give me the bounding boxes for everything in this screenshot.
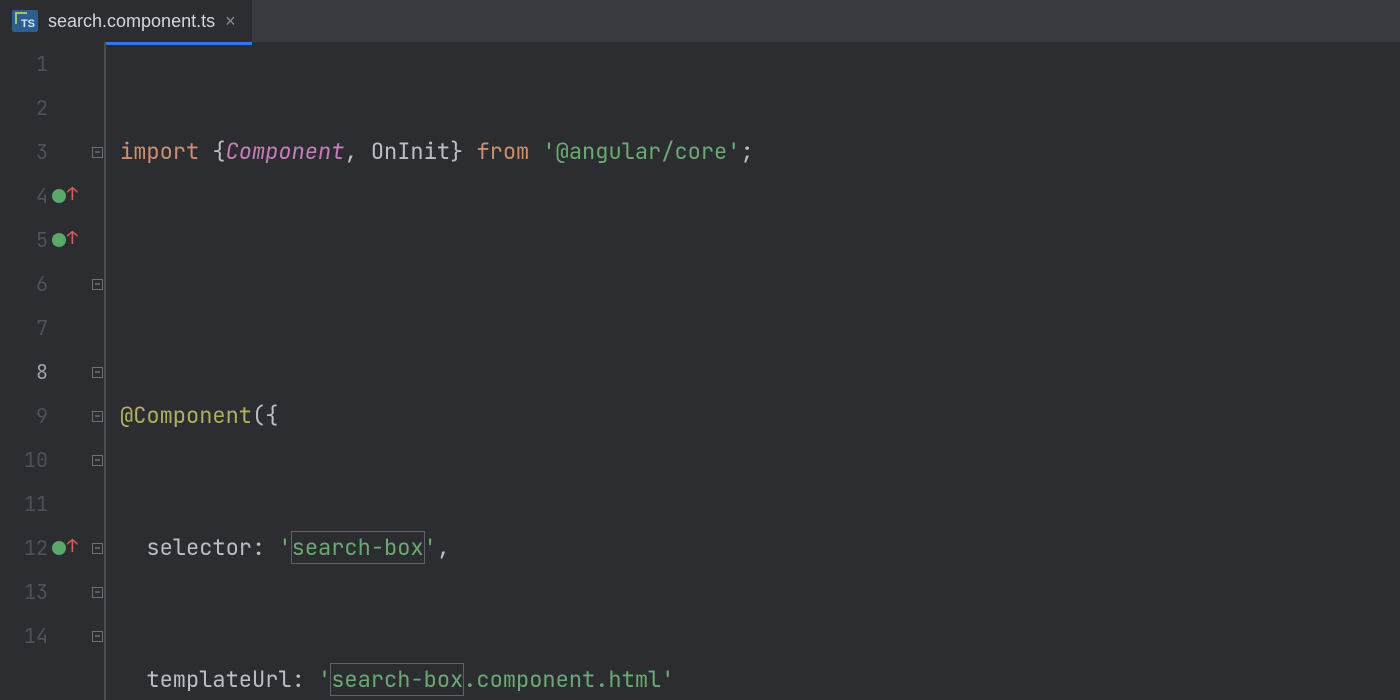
code-area[interactable]: import {Component, OnInit} from '@angula… bbox=[106, 42, 1400, 700]
circle-icon bbox=[52, 233, 66, 247]
rename-occurrence: search-box bbox=[292, 532, 424, 563]
line-number: 10 bbox=[0, 438, 48, 482]
line-numbers: 1 2 3 4 5 6 7 8 9 10 11 12 13 14 bbox=[0, 42, 48, 658]
string: ' bbox=[318, 665, 331, 694]
punct: ({ bbox=[252, 401, 278, 430]
fold-handle-icon[interactable] bbox=[92, 411, 103, 422]
property: templateUrl bbox=[146, 665, 291, 694]
fold-handle-icon[interactable] bbox=[92, 367, 103, 378]
punct: : bbox=[292, 665, 305, 694]
typescript-file-icon: TS bbox=[12, 10, 38, 32]
line-number: 12 bbox=[0, 526, 48, 570]
line-number: 6 bbox=[0, 262, 48, 306]
implemented-marker[interactable]: ↑ bbox=[52, 218, 92, 262]
close-icon[interactable]: × bbox=[225, 12, 236, 30]
code-line[interactable] bbox=[120, 262, 1400, 306]
code-line[interactable]: @Component({ bbox=[120, 394, 1400, 438]
fold-handle-icon[interactable] bbox=[92, 587, 103, 598]
string: .component.html bbox=[463, 665, 661, 694]
punct: ; bbox=[740, 137, 753, 166]
punct: : bbox=[252, 533, 265, 562]
line-number: 7 bbox=[0, 306, 48, 350]
fold-handle-icon[interactable] bbox=[92, 147, 103, 158]
code-line[interactable]: selector: 'search-box', bbox=[120, 526, 1400, 570]
class-ref: Component bbox=[226, 137, 345, 166]
line-number: 1 bbox=[0, 42, 48, 86]
rename-occurrence: search-box bbox=[331, 664, 463, 695]
line-number: 4 bbox=[0, 174, 48, 218]
line-number: 2 bbox=[0, 86, 48, 130]
property: selector bbox=[146, 533, 252, 562]
string: ' bbox=[661, 665, 674, 694]
implemented-marker[interactable]: ↑ bbox=[52, 526, 92, 570]
fold-handle-icon[interactable] bbox=[92, 455, 103, 466]
line-number: 3 bbox=[0, 130, 48, 174]
code-line[interactable]: templateUrl: 'search-box.component.html' bbox=[120, 658, 1400, 700]
punct: } bbox=[450, 137, 463, 166]
string: ' bbox=[278, 533, 291, 562]
fold-column bbox=[90, 42, 104, 658]
editor-gutter: 1 2 3 4 5 6 7 8 9 10 11 12 13 14 ↑ ↑ ↑ bbox=[0, 42, 106, 700]
punct: { bbox=[212, 137, 225, 166]
arrow-up-icon: ↑ bbox=[67, 538, 78, 556]
gutter-markers: ↑ ↑ ↑ bbox=[52, 42, 92, 658]
code-editor[interactable]: 1 2 3 4 5 6 7 8 9 10 11 12 13 14 ↑ ↑ ↑ bbox=[0, 42, 1400, 700]
tab-filename: search.component.ts bbox=[48, 11, 215, 32]
arrow-up-icon: ↑ bbox=[67, 230, 78, 248]
line-number: 9 bbox=[0, 394, 48, 438]
punct: , bbox=[344, 137, 357, 166]
line-number: 13 bbox=[0, 570, 48, 614]
identifier: OnInit bbox=[371, 137, 450, 166]
line-number: 14 bbox=[0, 614, 48, 658]
fold-handle-icon[interactable] bbox=[92, 631, 103, 642]
line-number: 11 bbox=[0, 482, 48, 526]
circle-icon bbox=[52, 541, 66, 555]
fold-handle-icon[interactable] bbox=[92, 543, 103, 554]
implemented-marker[interactable]: ↑ bbox=[52, 174, 92, 218]
string: ' bbox=[424, 533, 437, 562]
decorator: @Component bbox=[120, 401, 252, 430]
punct: , bbox=[437, 533, 450, 562]
file-tab[interactable]: TS search.component.ts × bbox=[0, 0, 252, 42]
line-number: 8 bbox=[0, 350, 48, 394]
string: '@angular/core' bbox=[542, 137, 740, 166]
code-line[interactable]: import {Component, OnInit} from '@angula… bbox=[120, 130, 1400, 174]
editor-tabbar: TS search.component.ts × bbox=[0, 0, 1400, 42]
arrow-up-icon: ↑ bbox=[67, 186, 78, 204]
line-number: 5 bbox=[0, 218, 48, 262]
fold-handle-icon[interactable] bbox=[92, 279, 103, 290]
keyword: import bbox=[120, 137, 199, 166]
keyword: from bbox=[476, 137, 529, 166]
circle-icon bbox=[52, 189, 66, 203]
